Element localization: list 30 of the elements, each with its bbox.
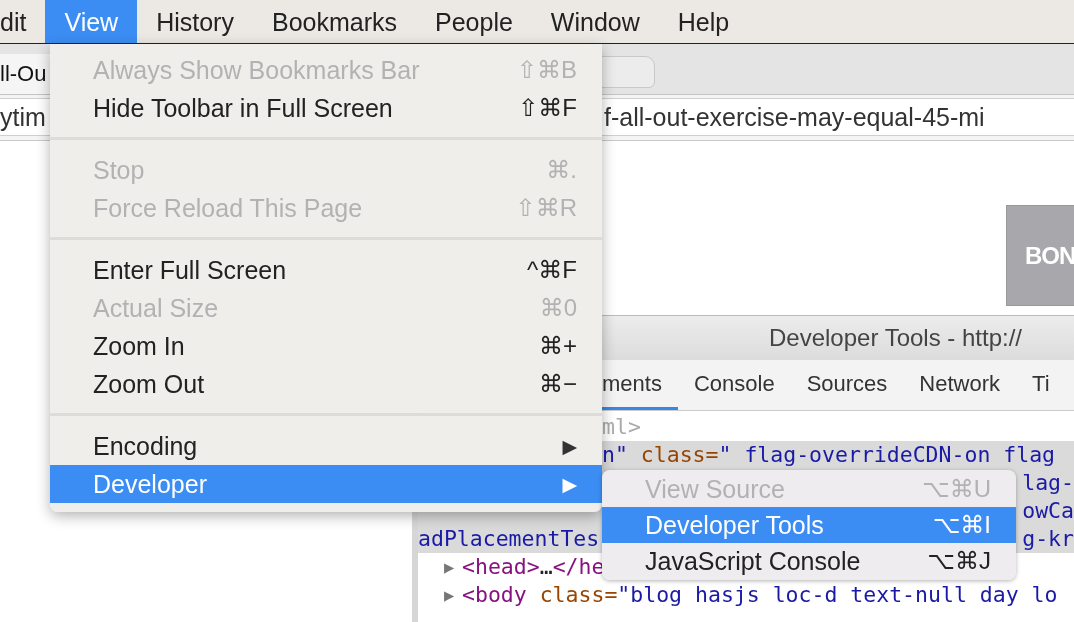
shortcut-text: ⇧⌘F [518, 94, 577, 122]
code-text: ml> [602, 413, 641, 441]
menu-item: View Source ⌥⌘U [644, 473, 992, 505]
shortcut-text: ⌘0 [539, 294, 577, 322]
shortcut-text: ⌘+ [539, 332, 577, 360]
shortcut-text: ^⌘F [527, 256, 577, 284]
url-text: ytim [0, 102, 46, 132]
code-text: <body class="blog hasjs loc-d text-null day lo [462, 581, 1058, 609]
code-text: adPlacementTes [418, 525, 600, 553]
shortcut-text: ⌘− [539, 370, 577, 398]
menu-item: Force Reload This Page ⇧⌘R [92, 192, 578, 224]
menu-item: Actual Size ⌘0 [92, 292, 578, 324]
shortcut-text: ⌥⌘J [927, 547, 991, 575]
code-text: g-kr [1022, 525, 1074, 553]
shortcut-text: ⌥⌘U [922, 475, 991, 503]
window-title: Developer Tools - http:// [769, 324, 1023, 352]
code-text: lag- [1022, 469, 1074, 497]
shortcut-text: ⌥⌘I [932, 511, 991, 539]
ad-text: BON [1024, 241, 1074, 270]
shortcut-text: ⌘. [546, 156, 577, 184]
menu-item: Stop ⌘. [92, 154, 578, 186]
submenu-arrow-icon: ▶ [562, 434, 577, 458]
shortcut-text: ⇧⌘R [515, 194, 577, 222]
shortcut-text: ⇧⌘B [516, 56, 577, 84]
code-text: owCa [1022, 497, 1074, 525]
url-text: f-all-out-exercise-may-equal-45-mi [604, 102, 985, 132]
code-text: n" class=" flag-overrideCDN-on flag [602, 441, 1056, 469]
code-text: <head>…</he [462, 553, 605, 581]
submenu-arrow-icon: ▶ [562, 472, 577, 496]
menu-item: Always Show Bookmarks Bar ⇧⌘B [92, 54, 578, 86]
